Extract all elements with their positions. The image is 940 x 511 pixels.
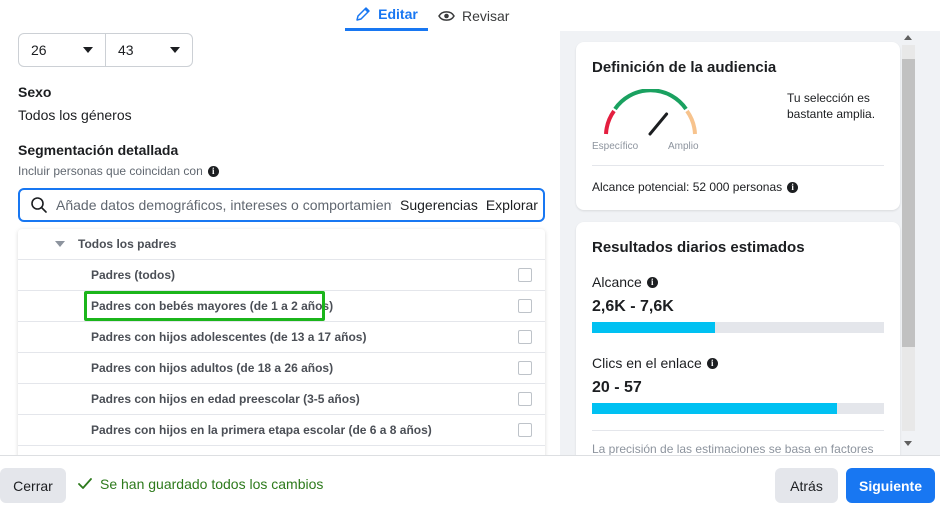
list-item-checkbox[interactable] [518,423,532,437]
list-item-checkbox[interactable] [518,392,532,406]
scroll-thumb[interactable] [902,59,915,347]
clicks-bar [592,403,884,414]
highlight-box [84,291,325,321]
list-item-checkbox[interactable] [518,330,532,344]
eye-icon [438,10,455,21]
list-item-label: Padres con hijos adultos (de 18 a 26 año… [91,361,334,375]
reach-value: 2,6K - 7,6K [592,298,674,315]
suggestions-button[interactable]: Sugerencias [400,197,478,213]
potential-reach-text: Alcance potencial: 52 000 personas [592,180,783,194]
targeting-panel: 26 43 Sexo Todos los géneros Segmentació… [0,31,560,455]
info-icon[interactable]: i [207,165,219,177]
info-icon[interactable]: i [646,276,658,288]
audience-definition-card: Definición de la audiencia Específico Am… [576,42,900,210]
explore-button[interactable]: Explorar [486,197,538,213]
tab-review[interactable]: Revisar [438,0,509,31]
age-min-value: 26 [31,42,47,58]
saved-status-text: Se han guardado todos los cambios [100,476,324,492]
list-group-header[interactable]: Todos los padres [18,229,545,260]
top-tabs: Editar Revisar [0,0,940,31]
list-item[interactable]: Padres con hijos adolescentes (de 13 a 1… [18,322,545,353]
age-range: 26 43 [18,33,193,67]
panel-scrollbar[interactable] [902,31,940,455]
gauge-arc-red [604,109,616,135]
gender-value[interactable]: Todos los géneros [18,107,132,123]
divider [592,165,884,166]
list-item-label: Padres con hijos en la primera etapa esc… [91,423,432,437]
gauge-label-broad: Amplio [668,141,699,152]
reach-bar-fill [592,322,715,333]
estimate-note: La precisión de las estimaciones se basa… [592,442,874,455]
pencil-icon [356,7,370,21]
caret-down-icon [55,241,65,247]
tab-review-label: Revisar [462,7,510,24]
checkmark-icon [78,478,92,489]
list-item-checkbox[interactable] [518,268,532,282]
next-button[interactable]: Siguiente [846,468,935,503]
gauge-label-specific: Específico [592,141,639,152]
info-icon[interactable]: i [787,181,799,193]
close-button[interactable]: Cerrar [0,468,66,503]
scroll-up-icon[interactable] [904,35,912,40]
suggestions-dropdown: Todos los padres Padres (todos) Padres c… [18,229,545,455]
reach-label: Alcance [592,274,642,290]
clicks-label: Clics en el enlace [592,355,702,371]
tab-edit[interactable]: Editar [345,0,428,31]
list-group-label: Todos los padres [78,237,177,251]
gender-label: Sexo [18,84,52,100]
clicks-metric-label: Clics en el enlace i [592,355,718,371]
caret-down-icon [170,47,180,53]
age-max-select[interactable]: 43 [105,34,192,66]
footer-bar: Cerrar Se han guardado todos los cambios… [0,455,940,511]
list-item[interactable]: Padres con hijos en edad preescolar (3-5… [18,384,545,415]
include-label-text: Incluir personas que coincidan con [18,164,203,178]
list-item[interactable]: Padres (todos) [18,260,545,291]
daily-results-card: Resultados diarios estimados Alcance i 2… [576,222,900,455]
search-icon [31,197,47,213]
search-input[interactable]: Añade datos demográficos, intereses o co… [56,197,392,213]
tab-edit-label: Editar [378,6,418,22]
list-item[interactable]: Padres con hijos adultos (de 18 a 26 año… [18,353,545,384]
gauge-arc-orange [685,109,697,135]
include-label: Incluir personas que coincidan con i [18,164,219,178]
back-button[interactable]: Atrás [775,468,838,503]
list-item-label: Padres con hijos adolescentes (de 13 a 1… [91,330,367,344]
saved-status: Se han guardado todos los cambios [78,476,323,492]
audience-title: Definición de la audiencia [592,59,777,76]
estimates-panel: Definición de la audiencia Específico Am… [560,31,902,455]
results-title: Resultados diarios estimados [592,239,805,256]
gauge-arc-green [613,89,688,111]
audience-gauge [604,89,697,136]
age-max-value: 43 [118,42,134,58]
age-min-select[interactable]: 26 [19,34,105,66]
targeting-search[interactable]: Añade datos demográficos, intereses o co… [18,188,545,222]
divider [592,430,884,431]
list-item[interactable]: Padres con hijos en la primera etapa esc… [18,415,545,446]
info-icon[interactable]: i [706,357,718,369]
list-item-label: Padres (todos) [91,268,176,282]
scroll-down-icon[interactable] [904,441,912,446]
caret-down-icon [83,47,93,53]
reach-metric-label: Alcance i [592,274,658,290]
clicks-value: 20 - 57 [592,379,642,396]
potential-reach: Alcance potencial: 52 000 personas i [592,180,799,194]
reach-bar [592,322,884,333]
detailed-targeting-label: Segmentación detallada [18,142,179,158]
clicks-bar-fill [592,403,838,414]
gauge-needle [648,112,669,136]
list-item-label: Padres con hijos en edad preescolar (3-5… [91,392,360,406]
audience-note: Tu selección es bastante amplia. [787,91,876,121]
list-item-checkbox[interactable] [518,361,532,375]
list-item-checkbox[interactable] [518,299,532,313]
